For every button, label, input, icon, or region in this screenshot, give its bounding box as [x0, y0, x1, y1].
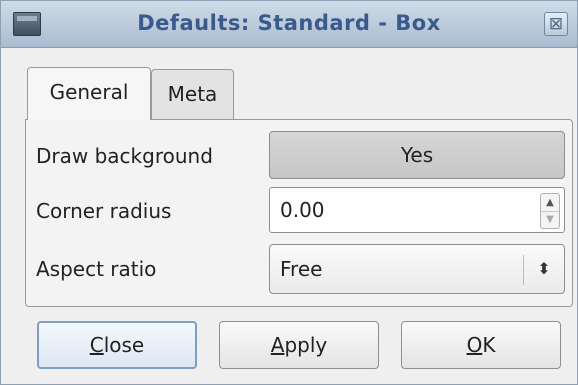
ok-button-label: K	[482, 333, 496, 357]
corner-radius-spinbox: ▲ ▼	[269, 187, 565, 233]
close-button-mnemonic: C	[89, 333, 104, 357]
draw-background-toggle-button[interactable]: Yes	[269, 131, 565, 179]
apply-button-label: pply	[284, 333, 328, 357]
draw-background-label: Draw background	[36, 144, 213, 168]
corner-radius-input[interactable]	[280, 196, 530, 224]
tab-meta[interactable]: Meta	[151, 69, 234, 119]
ok-button[interactable]: OK	[401, 321, 561, 369]
spin-buttons: ▲ ▼	[540, 193, 560, 229]
close-button-label: lose	[103, 333, 145, 357]
dialog-window: Defaults: Standard - Box ⊠ General Meta …	[0, 0, 578, 385]
titlebar[interactable]: Defaults: Standard - Box ⊠	[1, 1, 577, 48]
apply-button[interactable]: Apply	[219, 321, 379, 369]
combo-separator	[523, 255, 524, 285]
corner-radius-label: Corner radius	[36, 199, 172, 223]
ok-button-mnemonic: O	[466, 333, 483, 357]
tab-general-label: General	[49, 80, 129, 104]
tab-general[interactable]: General	[27, 67, 151, 120]
tab-meta-label: Meta	[167, 82, 218, 106]
apply-button-mnemonic: A	[270, 333, 285, 357]
close-button[interactable]: Close	[37, 321, 197, 369]
close-icon[interactable]: ⊠	[544, 12, 568, 36]
spin-down-icon[interactable]: ▼	[541, 211, 559, 228]
spin-up-icon[interactable]: ▲	[541, 194, 559, 212]
updown-chevron-icon[interactable]: ⬍	[532, 254, 556, 284]
aspect-ratio-value: Free	[280, 257, 323, 281]
aspect-ratio-label: Aspect ratio	[36, 257, 157, 281]
window-title: Defaults: Standard - Box	[137, 11, 441, 35]
aspect-ratio-combo[interactable]: Free ⬍	[269, 244, 565, 294]
